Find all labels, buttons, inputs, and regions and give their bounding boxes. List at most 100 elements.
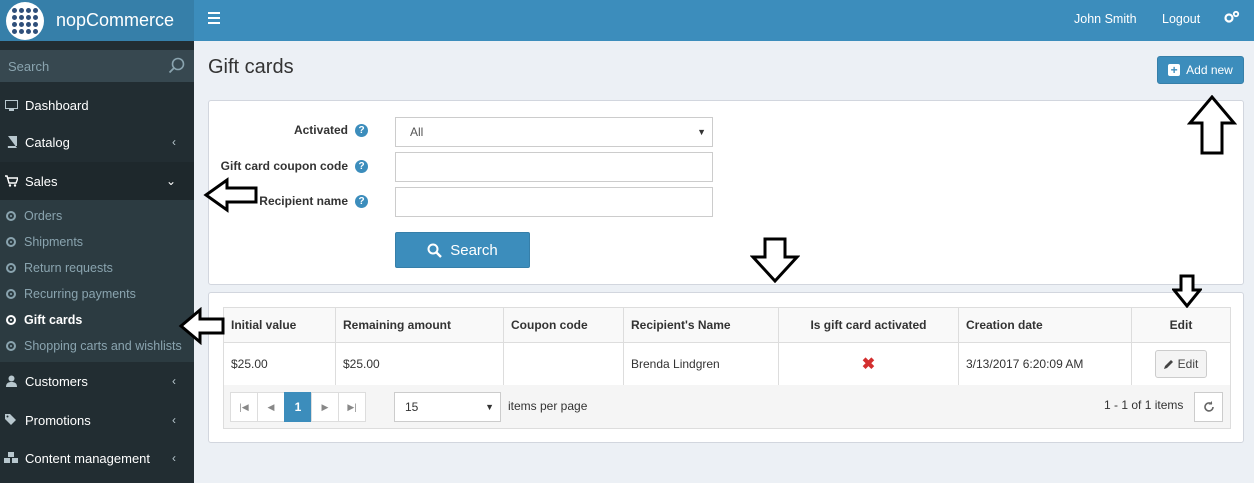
sidebar-item-shipments[interactable]: Shipments [0, 229, 194, 255]
help-icon[interactable]: ? [355, 123, 368, 137]
search-button-label: Search [450, 241, 498, 259]
sidebar-item-catalog[interactable]: Catalog ‹ [0, 122, 194, 162]
chevron-left-icon: ‹ [172, 135, 176, 149]
first-page-icon[interactable]: |◀ [230, 392, 258, 422]
chevron-left-icon: ‹ [172, 374, 176, 388]
recipient-name-input[interactable] [395, 187, 713, 217]
sidebar: nopCommerce Dashboard Catalog ‹ Sales ⌄ … [0, 0, 194, 483]
table-header-row: Initial value Remaining amount Coupon co… [223, 307, 1231, 343]
help-icon[interactable]: ? [355, 194, 368, 208]
refresh-icon[interactable] [1194, 392, 1223, 422]
column-header-activated[interactable]: Is gift card activated [778, 307, 959, 343]
book-icon [4, 136, 18, 148]
sidebar-item-promotions[interactable]: Promotions ‹ [0, 400, 194, 440]
sidebar-item-label: Recurring payments [24, 287, 136, 301]
sidebar-search-input[interactable] [8, 58, 148, 74]
sidebar-item-dashboard[interactable]: Dashboard [0, 88, 194, 122]
gift-cards-grid-panel: Initial value Remaining amount Coupon co… [208, 292, 1244, 443]
search-icon [427, 243, 443, 258]
sidebar-item-gift-cards[interactable]: Gift cards [0, 307, 194, 333]
column-header-initial-value[interactable]: Initial value [223, 307, 336, 343]
cell-remaining-amount: $25.00 [335, 342, 504, 386]
edit-button-label: Edit [1177, 357, 1199, 371]
sidebar-item-shopping-carts[interactable]: Shopping carts and wishlists [0, 333, 194, 359]
sidebar-item-label: Return requests [24, 261, 113, 275]
chevron-left-icon: ‹ [172, 451, 176, 465]
recipient-name-label: Recipient name [259, 194, 348, 208]
sidebar-menu: Dashboard Catalog ‹ Sales ⌄ Orders Shipm… [0, 88, 194, 476]
search-icon[interactable] [168, 57, 186, 75]
nopcommerce-logo-icon[interactable] [6, 1, 44, 40]
sidebar-item-label: Promotions [25, 412, 91, 428]
sidebar-item-label: Sales [25, 173, 58, 189]
column-header-coupon-code[interactable]: Coupon code [503, 307, 624, 343]
sidebar-item-label: Shipments [24, 235, 84, 249]
up-arrow-icon [1187, 95, 1237, 155]
circle-icon [6, 341, 16, 351]
add-new-button[interactable]: + Add new [1157, 56, 1244, 84]
circle-icon [6, 315, 16, 325]
sidebar-item-sales[interactable]: Sales ⌄ [0, 162, 194, 200]
brand-name[interactable]: nopCommerce [56, 10, 174, 31]
table-row: $25.00 $25.00 Brenda Lindgren ✖ 3/13/201… [223, 342, 1231, 386]
page-size-value: 15 [405, 400, 419, 414]
sidebar-item-label: Catalog [25, 134, 70, 150]
sidebar-item-label: Gift cards [24, 313, 83, 327]
column-header-creation-date[interactable]: Creation date [958, 307, 1132, 343]
page-size-select[interactable]: 15 ▼ [394, 392, 501, 422]
sidebar-item-return-requests[interactable]: Return requests [0, 255, 194, 281]
menu-toggle-icon[interactable] [208, 12, 220, 24]
cell-activated: ✖ [778, 342, 959, 386]
gift-cards-table: Initial value Remaining amount Coupon co… [223, 307, 1231, 386]
cell-creation-date: 3/13/2017 6:20:09 AM [958, 342, 1132, 386]
tags-icon [4, 414, 18, 426]
help-icon[interactable]: ? [355, 159, 368, 173]
left-arrow-icon [203, 177, 258, 213]
cart-icon [4, 175, 18, 187]
activated-select[interactable]: All ▼ [395, 117, 713, 147]
sidebar-item-customers[interactable]: Customers ‹ [0, 362, 194, 400]
circle-icon [6, 237, 16, 247]
user-name-link[interactable]: John Smith [1074, 12, 1137, 26]
user-icon [4, 375, 18, 387]
sales-submenu: Orders Shipments Return requests Recurri… [0, 200, 194, 362]
sidebar-item-label: Shopping carts and wishlists [24, 339, 182, 353]
top-navbar: John Smith Logout [194, 0, 1254, 41]
search-button[interactable]: Search [395, 232, 530, 268]
cell-initial-value: $25.00 [223, 342, 336, 386]
circle-icon [6, 263, 16, 273]
sidebar-item-label: Content management [25, 450, 151, 466]
coupon-code-label: Gift card coupon code [220, 159, 348, 173]
sidebar-item-label: Orders [24, 209, 63, 223]
sidebar-item-content-management[interactable]: Content management ‹ [0, 440, 194, 476]
down-arrow-icon [1172, 274, 1202, 308]
column-header-remaining-amount[interactable]: Remaining amount [335, 307, 504, 343]
pager-range-info: 1 - 1 of 1 items [1104, 398, 1184, 412]
pencil-icon [1163, 360, 1173, 369]
circle-icon [6, 289, 16, 299]
logout-link[interactable]: Logout [1162, 12, 1200, 26]
cell-recipient-name: Brenda Lindgren [623, 342, 779, 386]
page-number-current[interactable]: 1 [284, 392, 312, 422]
down-arrow-icon [750, 237, 800, 283]
search-panel: Activated ? All ▼ Gift card coupon code … [208, 100, 1244, 285]
cell-coupon-code [503, 342, 624, 386]
last-page-icon[interactable]: ▶| [338, 392, 366, 422]
circle-icon [6, 211, 16, 221]
sidebar-search [0, 50, 194, 82]
chevron-left-icon: ‹ [172, 413, 176, 427]
prev-page-icon[interactable]: ◀ [257, 392, 285, 422]
sidebar-item-recurring-payments[interactable]: Recurring payments [0, 281, 194, 307]
sidebar-item-label: Customers [25, 373, 88, 389]
column-header-recipient-name[interactable]: Recipient's Name [623, 307, 779, 343]
sidebar-item-orders[interactable]: Orders [0, 203, 194, 229]
activated-label: Activated [293, 123, 348, 137]
cell-edit: Edit [1131, 342, 1231, 386]
gears-icon[interactable] [1224, 10, 1240, 28]
cubes-icon [4, 452, 18, 464]
coupon-code-input[interactable] [395, 152, 713, 182]
edit-button[interactable]: Edit [1154, 350, 1208, 378]
desktop-icon [4, 99, 18, 111]
activated-select-value: All [410, 125, 424, 139]
next-page-icon[interactable]: ▶ [311, 392, 339, 422]
